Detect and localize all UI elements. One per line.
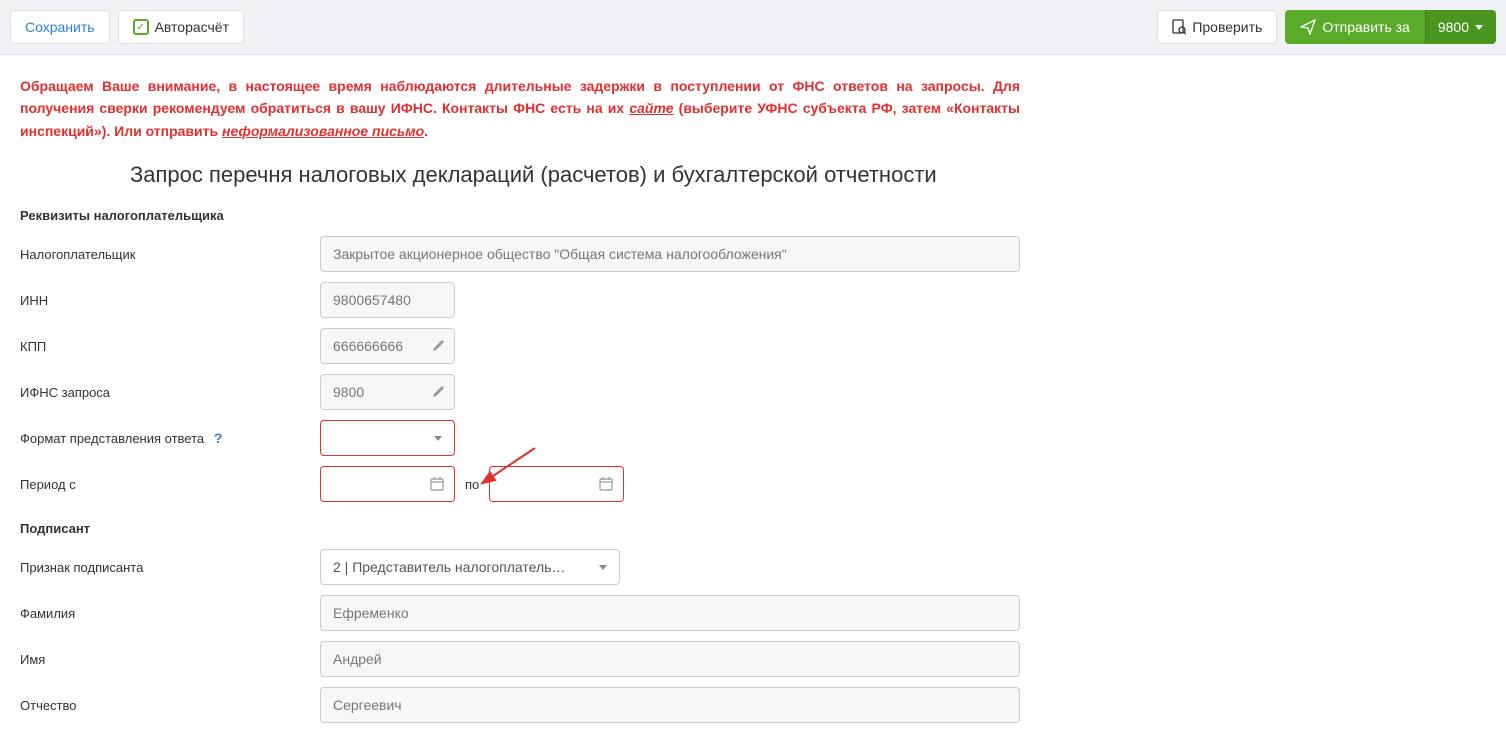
autocalc-button[interactable]: ✓ Авторасчёт [118,10,244,44]
middle-name-input[interactable] [320,687,1020,723]
page-title: Запрос перечня налоговых деклараций (рас… [130,162,1020,188]
alert-text-3: . [424,123,428,139]
label-period: Период c [20,477,320,492]
alert-message: Обращаем Ваше внимание, в настоящее врем… [20,75,1020,142]
toolbar: Сохранить ✓ Авторасчёт Проверить Отправи… [0,0,1506,55]
period-from-input[interactable] [320,466,455,502]
help-icon[interactable]: ? [210,430,226,446]
send-label: Отправить за [1322,19,1410,35]
label-ifns: ИФНС запроса [20,385,320,400]
checkmark-icon: ✓ [133,19,149,35]
first-name-input[interactable] [320,641,1020,677]
signer-type-value: 2 | Представитель налогоплатель… [333,559,565,575]
chevron-down-icon [1475,25,1483,30]
signer-type-select[interactable]: 2 | Представитель налогоплатель… [320,549,620,585]
pencil-icon [432,340,444,352]
check-button[interactable]: Проверить [1157,10,1277,44]
check-label: Проверить [1192,19,1262,35]
inn-input[interactable] [320,282,455,318]
document-search-icon [1172,19,1186,35]
send-icon [1300,19,1316,35]
label-kpp: КПП [20,339,320,354]
period-separator: по [465,477,479,492]
label-last-name: Фамилия [20,606,320,621]
kpp-input-wrap[interactable]: 666666666 [320,328,455,364]
section-taxpayer: Реквизиты налогоплательщика [20,208,1020,223]
send-button-group: Отправить за 9800 [1285,10,1496,44]
label-first-name: Имя [20,652,320,667]
autocalc-label: Авторасчёт [155,19,229,35]
pencil-icon [432,386,444,398]
chevron-down-icon [434,436,442,441]
chevron-down-icon [599,565,607,570]
label-format-text: Формат представления ответа [20,431,204,446]
taxpayer-input[interactable] [320,236,1020,272]
content: Обращаем Ваше внимание, в настоящее врем… [0,55,1040,752]
label-inn: ИНН [20,293,320,308]
calendar-icon [599,477,613,491]
alert-link-letter[interactable]: неформализованное письмо [222,123,424,139]
period-wrap: по [320,466,1020,502]
format-select[interactable] [320,420,455,456]
label-format: Формат представления ответа ? [20,430,320,446]
section-signer: Подписант [20,521,1020,536]
send-button[interactable]: Отправить за [1285,10,1425,44]
period-to-input[interactable] [489,466,624,502]
label-signer-type: Признак подписанта [20,560,320,575]
toolbar-right: Проверить Отправить за 9800 [1157,10,1496,44]
calendar-icon [430,477,444,491]
last-name-input[interactable] [320,595,1020,631]
kpp-value: 666666666 [333,338,403,354]
ifns-input-wrap[interactable]: 9800 [320,374,455,410]
ifns-value: 9800 [333,384,364,400]
label-taxpayer: Налогоплательщик [20,247,320,262]
send-code: 9800 [1438,19,1469,35]
send-code-dropdown[interactable]: 9800 [1425,10,1496,44]
save-button[interactable]: Сохранить [10,10,110,44]
alert-link-site[interactable]: сайте [629,100,673,116]
toolbar-left: Сохранить ✓ Авторасчёт [10,10,244,44]
